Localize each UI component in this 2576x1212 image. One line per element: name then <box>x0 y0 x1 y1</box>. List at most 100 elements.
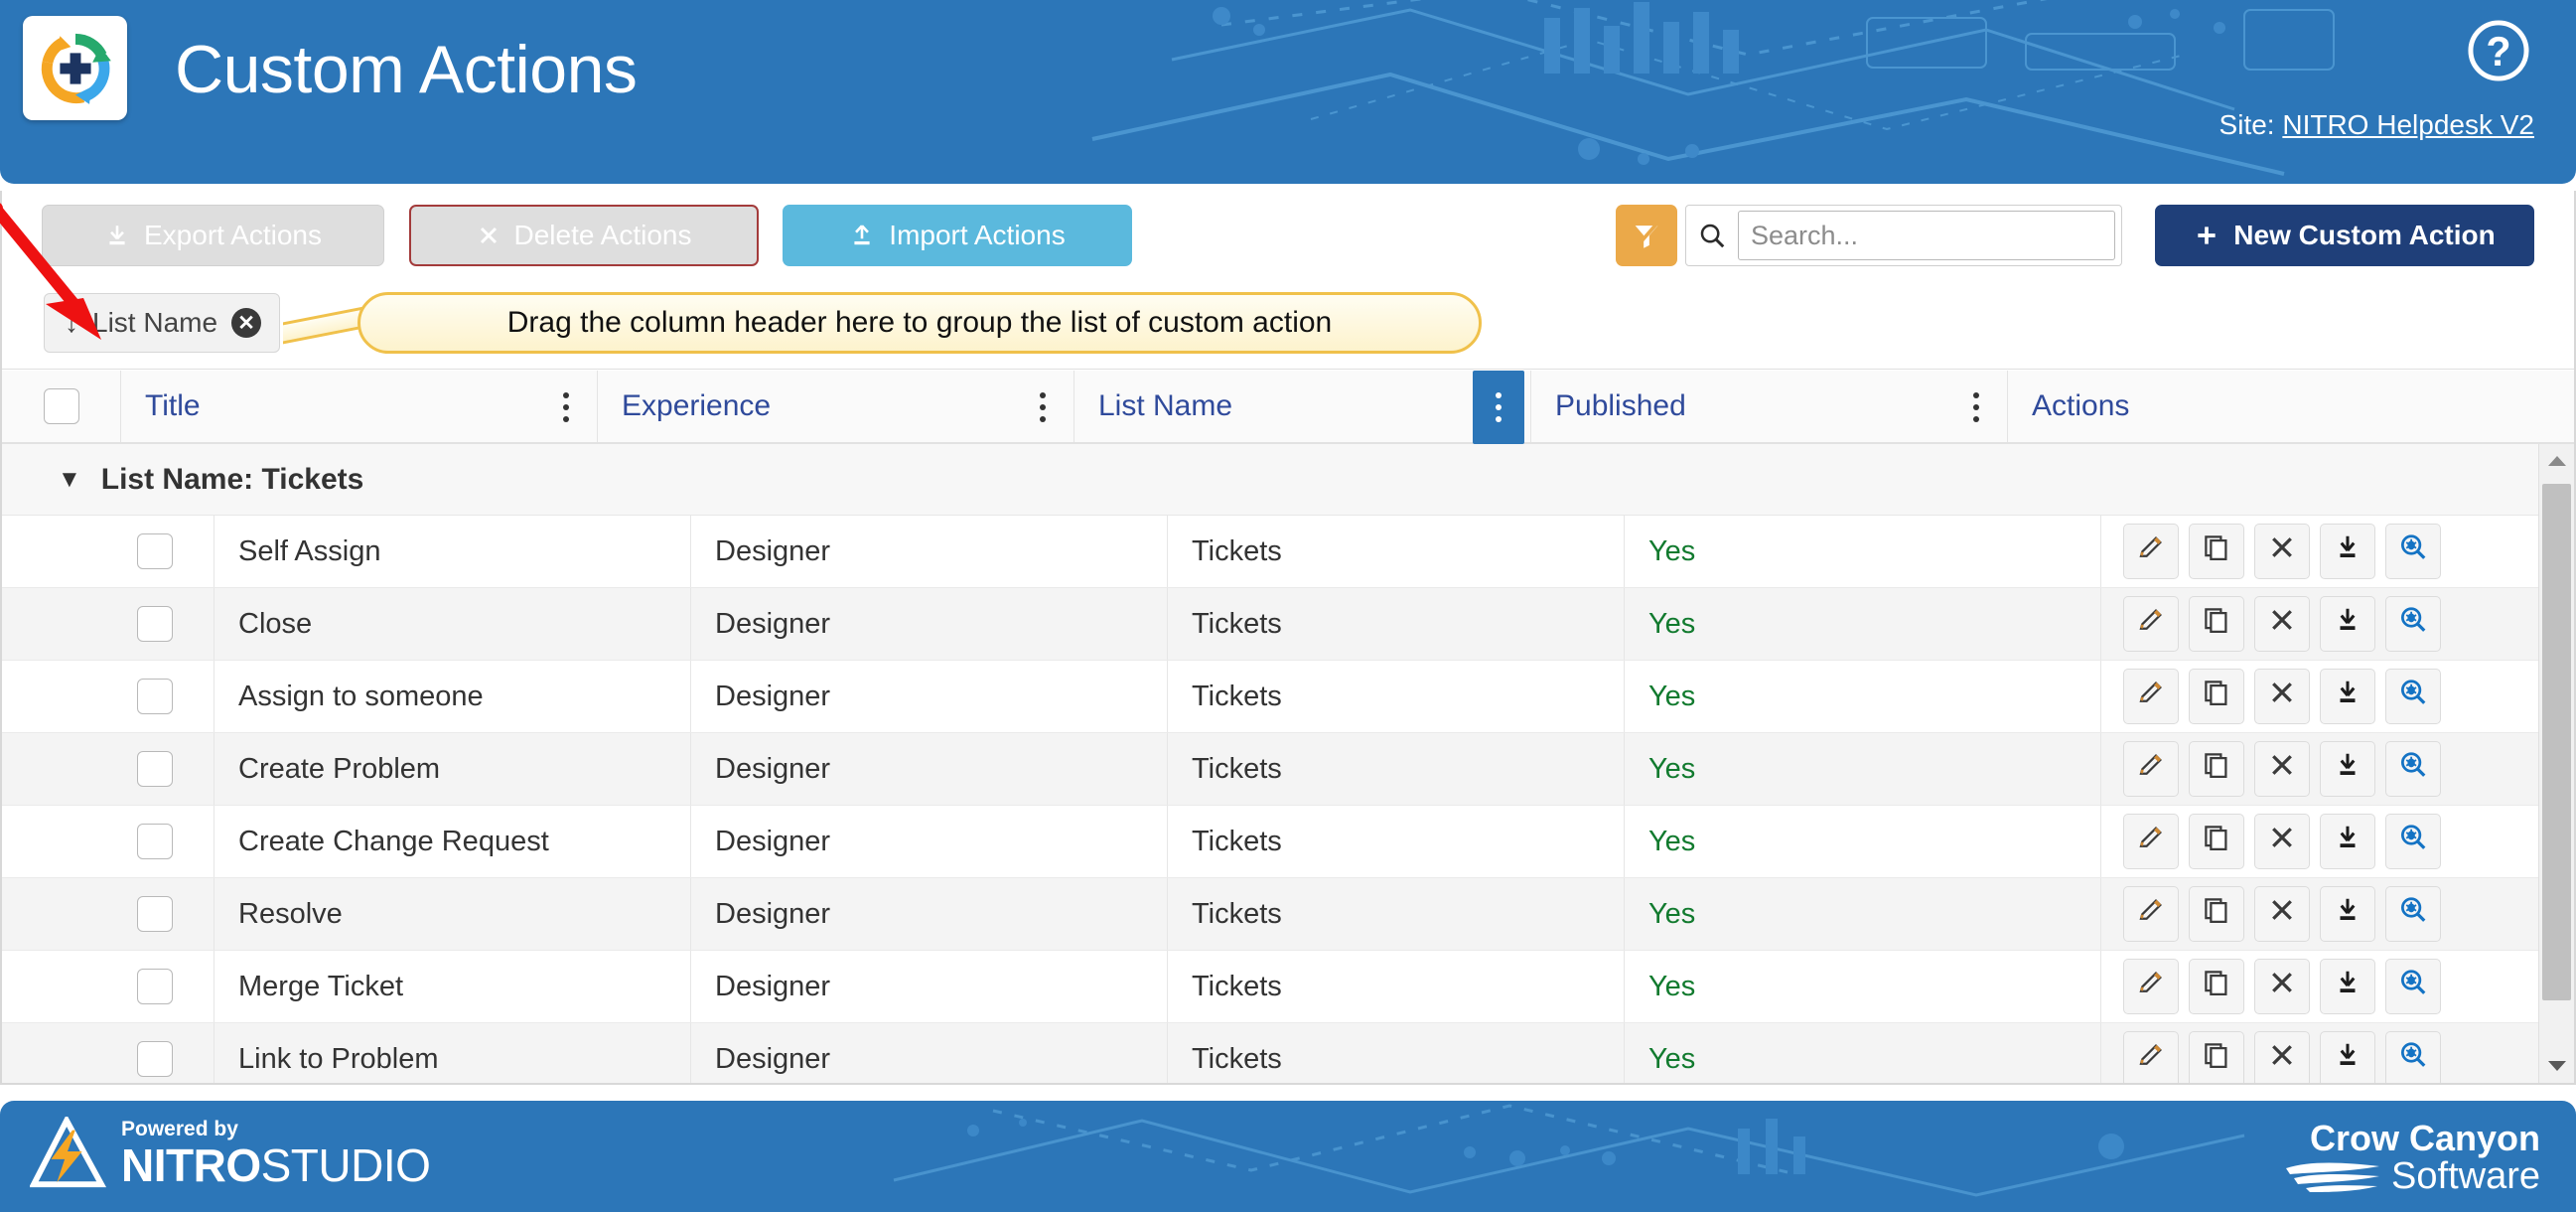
copy-duplicate-button[interactable] <box>2189 596 2244 652</box>
export-download-button[interactable] <box>2320 596 2375 652</box>
table-row[interactable]: Create Problem Designer Tickets Yes <box>2 733 2574 806</box>
edit-pencil-button[interactable] <box>2123 741 2179 797</box>
edit-pencil-button[interactable] <box>2123 669 2179 724</box>
column-menu-kebab-icon-title[interactable] <box>545 377 587 438</box>
debug-magnifier-button[interactable] <box>2385 741 2441 797</box>
group-drop-area[interactable]: ↓ List Name ✕ Drag the column header her… <box>2 280 2574 370</box>
table-vertical-scrollbar[interactable] <box>2538 444 2574 1083</box>
column-header-experience[interactable]: Experience <box>598 371 1074 442</box>
new-custom-action-button[interactable]: New Custom Action <box>2155 205 2534 266</box>
column-header-published[interactable]: Published <box>1531 371 2008 442</box>
debug-magnifier-button[interactable] <box>2385 886 2441 942</box>
delete-x-button[interactable] <box>2254 886 2310 942</box>
export-download-button[interactable] <box>2320 814 2375 869</box>
edit-pencil-button[interactable] <box>2123 886 2179 942</box>
edit-pencil-button[interactable] <box>2123 959 2179 1014</box>
copy-duplicate-button[interactable] <box>2189 524 2244 579</box>
debug-magnifier-button[interactable] <box>2385 669 2441 724</box>
export-download-button[interactable] <box>2320 959 2375 1014</box>
page-header: Custom Actions ? Site: NITRO Helpdesk V2 <box>0 0 2576 184</box>
row-checkbox[interactable] <box>136 606 173 642</box>
column-header-title-label[interactable]: Title <box>145 389 201 423</box>
column-header-list-name-label[interactable]: List Name <box>1098 389 1232 423</box>
delete-x-button[interactable] <box>2254 741 2310 797</box>
group-chip-list-name[interactable]: ↓ List Name ✕ <box>44 293 281 353</box>
table-row[interactable]: Self Assign Designer Tickets Yes <box>2 516 2574 588</box>
export-download-button[interactable] <box>2320 1031 2375 1083</box>
debug-magnifier-icon <box>2398 678 2428 715</box>
scrollbar-thumb[interactable] <box>2542 484 2571 1000</box>
delete-x-button[interactable] <box>2254 1031 2310 1083</box>
table-row[interactable]: Resolve Designer Tickets Yes <box>2 878 2574 951</box>
copy-duplicate-button[interactable] <box>2189 1031 2244 1083</box>
edit-pencil-button[interactable] <box>2123 596 2179 652</box>
row-checkbox[interactable] <box>136 824 173 859</box>
delete-x-button[interactable] <box>2254 814 2310 869</box>
column-header-published-label[interactable]: Published <box>1555 389 1686 423</box>
help-question-circle-icon[interactable]: ? <box>2466 18 2531 83</box>
import-actions-button[interactable]: Import Actions <box>783 205 1132 266</box>
debug-magnifier-button[interactable] <box>2385 524 2441 579</box>
delete-x-button[interactable] <box>2254 959 2310 1014</box>
row-checkbox[interactable] <box>136 679 173 714</box>
edit-pencil-button[interactable] <box>2123 524 2179 579</box>
delete-actions-button[interactable]: Delete Actions <box>409 205 759 266</box>
clear-filter-button[interactable] <box>1616 205 1677 266</box>
caret-down-icon[interactable]: ▼ <box>58 467 81 492</box>
row-cell-published: Yes <box>1625 588 2101 660</box>
column-header-list-name[interactable]: List Name <box>1074 371 1531 444</box>
row-checkbox[interactable] <box>136 1041 173 1077</box>
select-all-checkbox[interactable] <box>43 388 79 424</box>
row-cell-experience: Designer <box>691 1023 1168 1083</box>
debug-magnifier-button[interactable] <box>2385 596 2441 652</box>
row-cell-experience: Designer <box>691 951 1168 1022</box>
delete-x-button[interactable] <box>2254 524 2310 579</box>
copy-duplicate-button[interactable] <box>2189 959 2244 1014</box>
search-input[interactable] <box>1738 211 2115 260</box>
remove-circle-icon[interactable]: ✕ <box>231 308 262 338</box>
table-row[interactable]: Create Change Request Designer Tickets Yes <box>2 806 2574 878</box>
column-header-actions-label: Actions <box>2032 389 2130 422</box>
row-cell-list-name: Tickets <box>1168 661 1625 732</box>
row-select-cell <box>95 951 215 1022</box>
column-header-title[interactable]: Title <box>121 371 598 442</box>
column-menu-kebab-icon-list-name[interactable] <box>1473 371 1524 444</box>
column-menu-kebab-icon-experience[interactable] <box>1022 377 1064 438</box>
row-checkbox[interactable] <box>136 533 173 569</box>
copy-duplicate-button[interactable] <box>2189 886 2244 942</box>
export-download-button[interactable] <box>2320 741 2375 797</box>
row-cell-published: Yes <box>1625 733 2101 805</box>
table-row[interactable]: Assign to someone Designer Tickets Yes <box>2 661 2574 733</box>
copy-duplicate-button[interactable] <box>2189 669 2244 724</box>
group-header-row[interactable]: ▼ List Name: Tickets <box>2 444 2574 516</box>
edit-pencil-button[interactable] <box>2123 1031 2179 1083</box>
row-checkbox[interactable] <box>136 969 173 1004</box>
table-row[interactable]: Merge Ticket Designer Tickets Yes <box>2 951 2574 1023</box>
export-download-button[interactable] <box>2320 669 2375 724</box>
debug-magnifier-button[interactable] <box>2385 959 2441 1014</box>
column-header-experience-label[interactable]: Experience <box>622 389 771 423</box>
row-checkbox[interactable] <box>136 896 173 932</box>
copy-duplicate-button[interactable] <box>2189 814 2244 869</box>
crow-canyon-branding: Crow Canyon Software <box>2284 1120 2540 1195</box>
site-link[interactable]: NITRO Helpdesk V2 <box>2282 109 2534 140</box>
copy-duplicate-button[interactable] <box>2189 741 2244 797</box>
export-download-button[interactable] <box>2320 886 2375 942</box>
debug-magnifier-button[interactable] <box>2385 1031 2441 1083</box>
edit-pencil-button[interactable] <box>2123 814 2179 869</box>
action-toolbar: Export Actions Delete Actions Import Act… <box>2 191 2574 280</box>
table-row[interactable]: Close Designer Tickets Yes <box>2 588 2574 661</box>
upload-icon <box>854 225 870 245</box>
column-menu-kebab-icon-published[interactable] <box>1955 377 1997 438</box>
delete-x-icon <box>2267 750 2297 788</box>
delete-x-button[interactable] <box>2254 669 2310 724</box>
export-actions-button[interactable]: Export Actions <box>42 205 384 266</box>
export-download-button[interactable] <box>2320 524 2375 579</box>
scroll-up-arrow-icon[interactable] <box>2539 444 2574 478</box>
scroll-down-arrow-icon[interactable] <box>2539 1049 2574 1083</box>
table-row[interactable]: Link to Problem Designer Tickets Yes <box>2 1023 2574 1083</box>
debug-magnifier-button[interactable] <box>2385 814 2441 869</box>
delete-x-button[interactable] <box>2254 596 2310 652</box>
row-cell-experience: Designer <box>691 733 1168 805</box>
row-checkbox[interactable] <box>136 751 173 787</box>
